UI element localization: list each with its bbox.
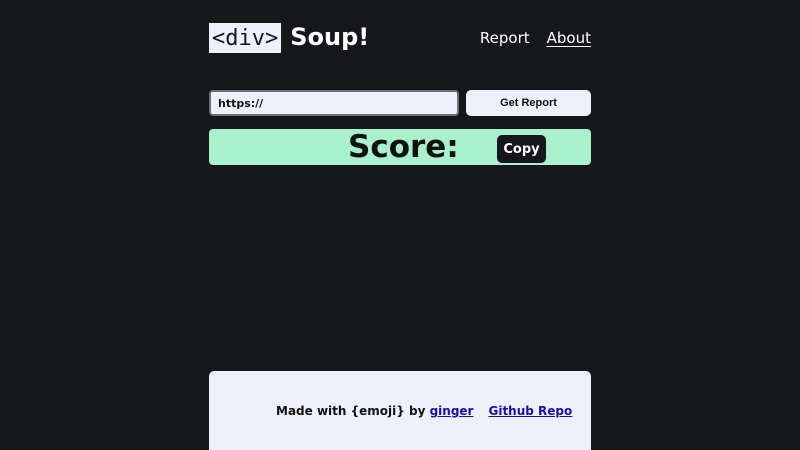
- nav-link-report[interactable]: Report: [480, 29, 530, 47]
- main-nav: Report About: [480, 29, 591, 47]
- url-input[interactable]: [209, 90, 459, 116]
- footer-text: Made with {emoji} by ginger Github Repo: [276, 404, 572, 418]
- logo-text: Soup!: [290, 22, 370, 51]
- site-logo[interactable]: <div> Soup!: [209, 22, 369, 54]
- score-bar: Score: Copy: [209, 129, 591, 165]
- nav-link-about[interactable]: About: [547, 29, 591, 47]
- copy-button[interactable]: Copy: [497, 135, 546, 163]
- page: <div> Soup! Report About Get Report Scor…: [0, 0, 800, 450]
- logo-code-badge: <div>: [209, 23, 282, 53]
- score-label: Score:: [348, 129, 459, 165]
- footer-github-link[interactable]: Github Repo: [488, 404, 572, 418]
- footer-author-link[interactable]: ginger: [430, 404, 474, 418]
- footer-made-with: Made with {emoji} by: [276, 404, 426, 418]
- footer: Made with {emoji} by ginger Github Repo: [209, 371, 591, 450]
- get-report-button[interactable]: Get Report: [466, 90, 591, 116]
